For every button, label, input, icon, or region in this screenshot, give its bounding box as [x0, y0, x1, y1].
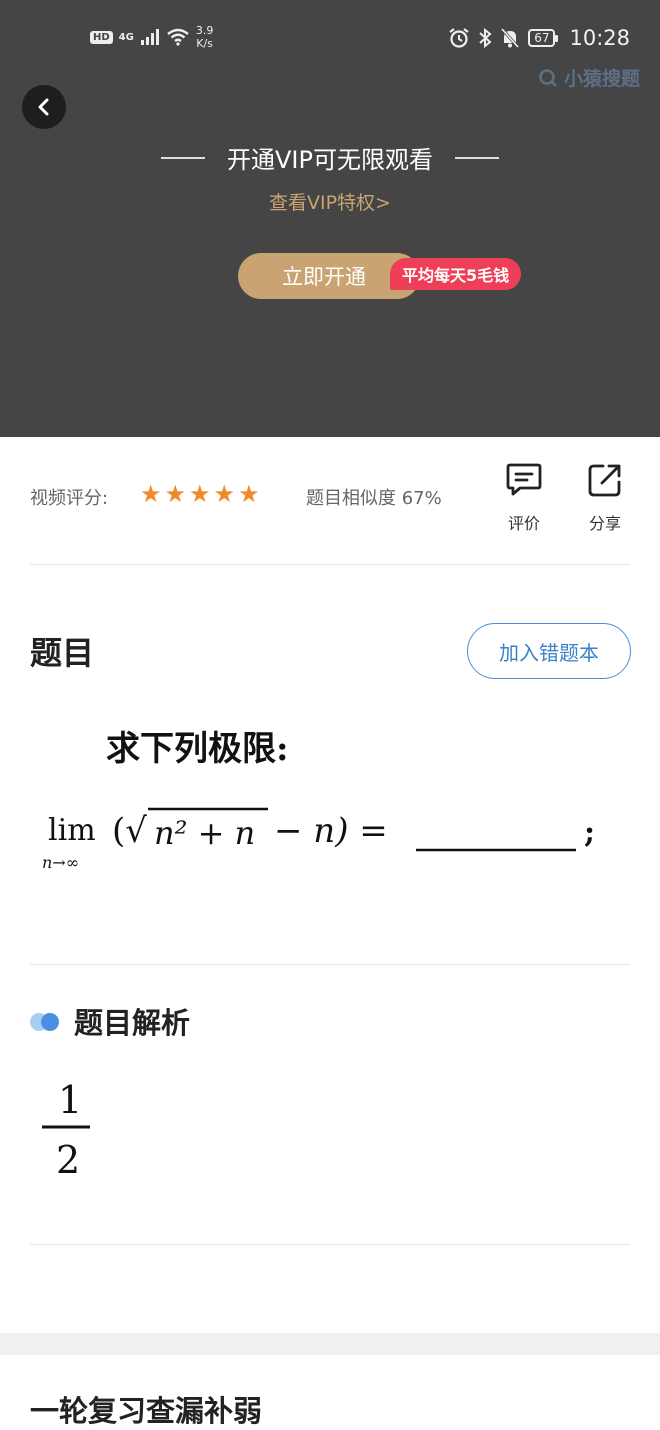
analysis-title: 题目解析 [74, 1006, 191, 1040]
status-bar-right: 67 10:28 [448, 26, 630, 50]
battery-icon: 67 [528, 29, 559, 47]
answer-image: 1 2 [42, 1078, 90, 1182]
network-label: 4G [118, 31, 134, 43]
comment-icon [506, 463, 542, 496]
vip-privileges-link[interactable]: 查看VIP特权> [0, 188, 660, 215]
clock: 10:28 [569, 26, 630, 50]
alarm-icon [449, 28, 469, 48]
search-icon [539, 68, 557, 87]
answer-numerator: 1 [58, 1078, 82, 1122]
vip-title-text: 开通VIP可无限观看 [227, 146, 433, 174]
expression-right: − n) = [274, 811, 388, 851]
star-icon: ★ [213, 480, 236, 508]
watermark-text: 小猿搜题 [563, 68, 640, 90]
vip-heading: 开通VIP可无限观看 [0, 140, 660, 175]
divider [30, 564, 630, 565]
section-dots-icon [30, 1011, 62, 1031]
signal-icon [140, 29, 159, 45]
star-icon: ★ [238, 480, 260, 508]
share-button[interactable]: 分享 [575, 460, 635, 534]
promo-badge: 平均每天5毛钱 [390, 258, 522, 290]
share-label: 分享 [588, 514, 621, 533]
expression-end: ; [584, 815, 595, 850]
divider [30, 1244, 630, 1245]
divider [30, 964, 630, 965]
question-image: 求下列极限: lim n→∞ (√ n² + n − n) = ; [42, 729, 595, 872]
question-section-title: 题目 [30, 634, 95, 672]
video-player[interactable]: HD 4G 3.9 K/s 67 10:28 小猿搜题 开通VIP可无限观看 查… [0, 0, 660, 437]
network-speed: 3.9 K/s [195, 24, 214, 50]
video-rating-label: 视频评分: [30, 488, 109, 509]
lim-subscript: n→∞ [42, 853, 79, 872]
rating-row: 视频评分: ★ ★ ★ ★ ★ 题目相似度 67% 评价 分享 [30, 460, 630, 540]
back-button[interactable] [22, 85, 66, 129]
review-section-title: 一轮复习查漏补弱 [30, 1394, 263, 1428]
star-rating: ★ ★ ★ ★ ★ [140, 482, 260, 506]
comment-label: 评价 [507, 514, 540, 533]
watermark-logo: 小猿搜题 [538, 64, 640, 91]
comment-button[interactable]: 评价 [494, 460, 554, 534]
star-icon: ★ [164, 480, 187, 508]
wifi-icon [167, 28, 189, 46]
lim-symbol: lim [48, 813, 96, 848]
divider-left [161, 156, 206, 159]
status-bar-left: HD 4G 3.9 K/s [90, 24, 213, 50]
answer-denominator: 2 [56, 1138, 80, 1182]
question-prompt: 求下列极限: [106, 729, 289, 769]
expression-radicand: n² + n [154, 814, 255, 852]
hd-icon: HD [90, 30, 113, 44]
add-to-mistakes-button[interactable]: 加入错题本 [467, 623, 631, 679]
section-separator [0, 1333, 660, 1355]
similarity-label: 题目相似度 67% [306, 488, 442, 509]
divider-right [454, 156, 499, 159]
expression-left: (√ [112, 811, 147, 851]
star-icon: ★ [140, 480, 162, 508]
chevron-left-icon [38, 98, 49, 116]
bluetooth-icon [479, 27, 492, 49]
mute-bell-icon [501, 28, 520, 48]
analysis-header: 题目解析 [30, 1000, 190, 1042]
share-icon [588, 464, 621, 497]
star-icon: ★ [189, 480, 211, 508]
